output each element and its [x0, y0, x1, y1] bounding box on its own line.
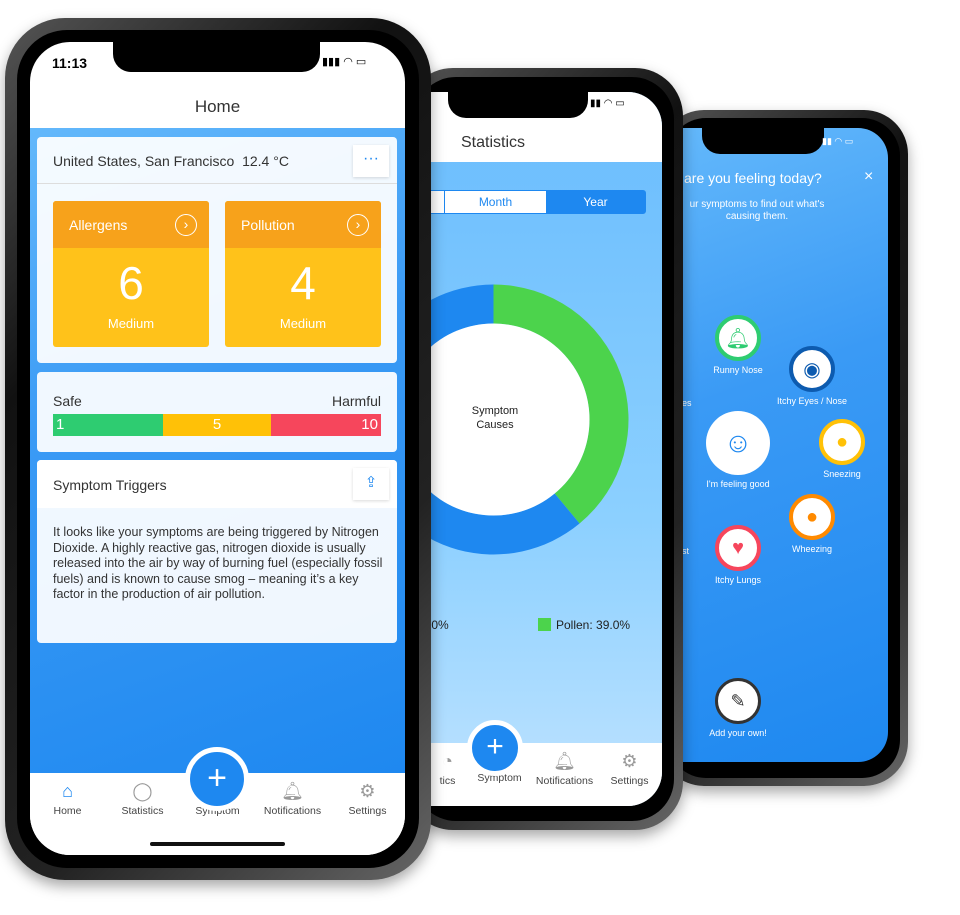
symptom-partial-1: es [682, 398, 692, 408]
symptom-screen: ▮▮ ◠ ▭ are you feeling today? × ur sympt… [682, 128, 888, 762]
statistics-title: Statistics [461, 134, 526, 151]
add-own-button[interactable]: ✎ Add your own! [688, 678, 788, 738]
symptom-subtitle: ur symptoms to find out what's causing t… [689, 199, 825, 222]
add-symptom-button[interactable]: + [467, 720, 523, 776]
close-icon[interactable]: × [864, 168, 873, 186]
symptom-sneezing[interactable]: ● Sneezing [792, 419, 888, 479]
bell-icon: 🔔︎ [281, 781, 304, 801]
symptom-title: are you feeling today? [684, 170, 822, 186]
location-label: United States, San Francisco 12.4 °C [53, 153, 289, 169]
statistics-screen: ▮▮ ◠ ▭ Statistics Month Year Symptom Cau… [428, 92, 662, 806]
tab-settings[interactable]: ⚙ Settings [330, 773, 405, 855]
pollution-tile[interactable]: Pollution › 4 Medium [225, 201, 381, 347]
scale-high: 10 [270, 414, 381, 436]
gear-icon: ⚙ [621, 751, 638, 771]
status-icons: ▮▮ ◠ ▭ [822, 136, 854, 146]
scale-bar: 1 5 10 [53, 414, 381, 436]
tab-bar: ◔ tics Symptom 🔔︎ Notifications ⚙ Settings [428, 743, 662, 806]
allergens-tile[interactable]: Allergens › 6 Medium [53, 201, 209, 347]
status-icons: ▮▮ ◠ ▭ [590, 98, 625, 109]
triggers-title: Symptom Triggers [53, 477, 167, 493]
segment-month[interactable]: Month [445, 191, 546, 213]
gear-icon: ⚙ [359, 781, 376, 801]
home-screen: 11:13 ▮▮▮ ◠ ▭ Home United States, San Fr… [30, 42, 405, 855]
legend-pollen: Pollen: 39.0% [538, 618, 630, 632]
home-indicator [150, 842, 285, 846]
segment-year[interactable]: Year [546, 191, 645, 213]
segmented-control: Month Year [428, 190, 646, 214]
donut-chart [428, 284, 629, 555]
symptom-partial-2: st [682, 546, 690, 556]
tab-statistics[interactable]: ◔ tics [428, 743, 467, 806]
page-title: Home [194, 97, 241, 116]
status-time: 11:13 [52, 55, 88, 71]
safe-label: Safe [53, 393, 82, 409]
legend-partial: .0% [428, 618, 449, 632]
harmful-label: Harmful [331, 393, 381, 409]
tab-settings[interactable]: ⚙ Settings [597, 743, 662, 806]
symptom-triggers-card: Symptom Triggers ⇪ It looks like your sy… [37, 460, 397, 643]
chevron-right-icon: › [347, 214, 369, 236]
home-icon: ⌂ [62, 781, 73, 801]
symptom-itchy-lungs[interactable]: ♥ Itchy Lungs [688, 525, 788, 585]
scale-mid: 5 [163, 414, 271, 436]
tab-home[interactable]: ⌂ Home [30, 773, 105, 855]
symptom-feeling-good[interactable]: ☺ I'm feeling good [688, 411, 788, 489]
air-card: United States, San Francisco 12.4 °C ···… [37, 137, 397, 363]
triggers-text: It looks like your symptoms are being tr… [53, 525, 383, 602]
bell-icon: 🔔︎ [553, 751, 576, 771]
more-button[interactable]: ··· [353, 145, 389, 177]
chevron-right-icon: › [175, 214, 197, 236]
scale-card: Safe Harmful 1 5 10 [37, 372, 397, 452]
scale-low: 1 [53, 414, 164, 436]
donut-center-label: Symptom Causes [471, 405, 519, 431]
donut-icon: ◯ [132, 781, 153, 801]
add-symptom-button[interactable]: + [185, 747, 249, 811]
tab-notifications[interactable]: 🔔︎ Notifications [532, 743, 597, 806]
share-button[interactable]: ⇪ [353, 468, 389, 500]
symptom-itchy-eyes[interactable]: ◉ Itchy Eyes / Nose [762, 346, 862, 406]
status-icons: ▮▮▮ ◠ ▭ [322, 56, 367, 68]
